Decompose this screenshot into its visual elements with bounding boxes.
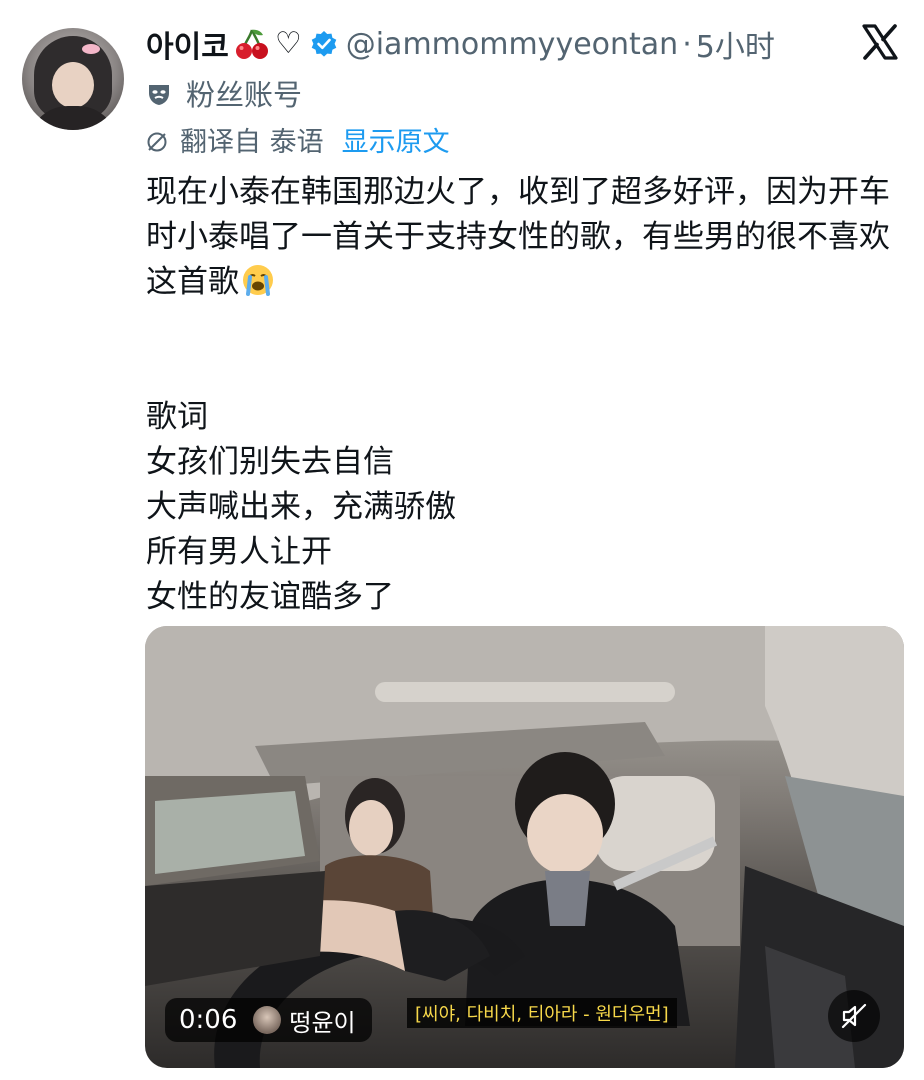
tweet-timestamp[interactable]: 5小时 [696,22,775,66]
verified-badge-icon [310,30,338,58]
author-handle[interactable]: @iammommyyeontan [346,27,678,62]
author-display-name[interactable]: 아이코 [146,22,229,66]
translate-icon [146,129,168,151]
channel-name: 떵윤이 [289,1008,356,1037]
avatar-face [52,62,94,108]
video-subtitle: [씨야, 다비치, 티아라 - 원더우먼] [407,998,677,1028]
lyrics-line: 大声喊出来，充满骄傲 [146,489,456,525]
avatar-bow [82,44,100,54]
speaker-muted-icon [841,1003,867,1029]
tweet-body: 现在小泰在韩国那边火了，收到了超多好评，因为开车时小泰唱了一首关于支持女性的歌，… [146,170,906,620]
x-logo-icon[interactable] [860,22,900,62]
mask-icon [146,80,172,106]
video-time-chip: 0:06 떵윤이 [165,998,372,1042]
channel-avatar [253,1006,282,1034]
lyrics-line: 所有男人让开 [146,534,332,570]
heart-outline-icon: ♡ [274,26,302,61]
lyrics-title: 歌词 [146,399,208,435]
translation-bar: 翻译自 泰语 显示原文 [146,120,450,159]
tweet-header: 아이코 ♡ @iammommyyeontan · 5小时 [146,22,900,66]
show-original-link[interactable]: 显示原文 [342,120,450,159]
cherry-icon [235,27,269,61]
meta-separator: · [682,26,692,62]
video-player[interactable]: 0:06 떵윤이 [씨야, 다비치, 티아라 - 원더우먼] [145,626,904,1068]
author-avatar[interactable] [22,28,124,130]
fan-account-label: 粉丝账号 [146,72,302,114]
translated-from-label: 翻译自 泰语 [180,127,324,158]
tweet-card: 아이코 ♡ @iammommyyeontan · 5小时 粉丝账号 翻译自 泰语… [0,0,924,1080]
fan-account-text: 粉丝账号 [186,78,303,112]
lyrics-line: 女性的友谊酷多了 [146,579,394,615]
loudly-crying-face-icon [239,263,273,297]
tweet-paragraph: 现在小泰在韩国那边火了，收到了超多好评，因为开车时小泰唱了一首关于支持女性的歌，… [146,170,906,305]
video-elapsed-time: 0:06 [179,1005,238,1035]
lyrics-line: 女孩们别失去自信 [146,444,394,480]
mute-toggle-button[interactable] [828,990,880,1042]
